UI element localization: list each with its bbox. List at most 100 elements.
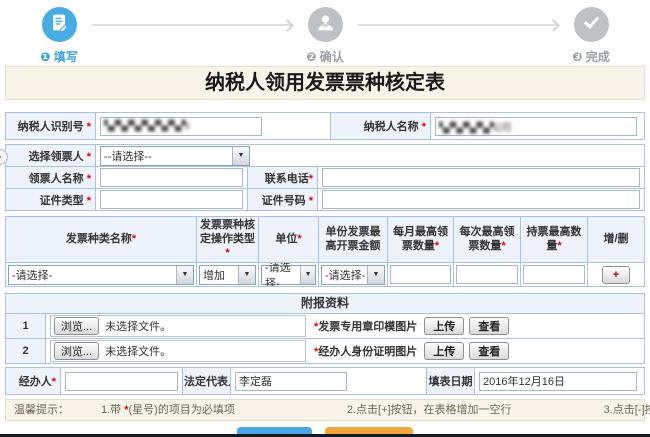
attachment-doc-label: 经办人身份证明图片 bbox=[318, 346, 417, 358]
handler-input[interactable] bbox=[65, 372, 178, 391]
col-max-amount: 单份发票最高开票金额 bbox=[326, 226, 381, 252]
step-fill-label: ❶ 填写 bbox=[40, 48, 78, 65]
required-asterisk: * bbox=[435, 240, 439, 252]
contact-phone-input[interactable] bbox=[322, 168, 640, 187]
step-fill-circle bbox=[42, 7, 77, 42]
legal-rep-input[interactable]: 李定磊 bbox=[235, 372, 347, 391]
legal-rep-value: 李定磊 bbox=[239, 373, 272, 389]
taxpayer-table: 纳税人识别号 * ▚▞▚▞▚▞▚▞▚▞▚▞5 纳税人名称 * ▚▞▚▞▚▞▚▞公… bbox=[5, 112, 645, 140]
stepper-arrow-2 bbox=[358, 24, 558, 26]
attachment-row: 1 浏览... 未选择文件。 *发票专用章印模图片 上传 查看 bbox=[6, 314, 645, 339]
attachment-doc-label: 发票专用章印模图片 bbox=[318, 321, 417, 333]
taxpayer-id-input[interactable]: ▚▞▚▞▚▞▚▞▚▞▚▞5 bbox=[100, 117, 262, 136]
table-row: 纳税人识别号 * ▚▞▚▞▚▞▚▞▚▞▚▞5 纳税人名称 * ▚▞▚▞▚▞▚▞公… bbox=[6, 113, 645, 140]
holding-max-input[interactable] bbox=[523, 265, 585, 284]
cert-no-label: 证件号码 bbox=[262, 195, 306, 207]
fill-date-value: 2016年12月16日 bbox=[483, 373, 565, 389]
table-row: 领票人名称 * 联系电话* bbox=[6, 167, 645, 189]
chevron-down-icon: ▼ bbox=[232, 147, 249, 165]
form-title: 纳税人领用发票票种核定表 bbox=[5, 66, 645, 100]
taxpayer-name-label: 纳税人名称 bbox=[364, 121, 419, 133]
upload-button[interactable]: 上传 bbox=[424, 342, 464, 360]
step-done: ❸ 完成 bbox=[568, 7, 614, 65]
invoice-type-table: 发票种类名称* 发票票种核定操作类型* 单位* 单份发票最高开票金额 每月最高领… bbox=[5, 216, 645, 287]
table-row: 证件类型 * 证件号码 * bbox=[6, 189, 645, 211]
step-done-label: ❸ 完成 bbox=[572, 48, 610, 65]
taxpayer-id-label: 纳税人识别号 bbox=[18, 121, 84, 133]
col-invoice-type: 发票种类名称 bbox=[66, 233, 132, 245]
progress-stepper: ❶ 填写 ❷ 确认 ❸ 完成 bbox=[0, 0, 650, 60]
tip-item-1: 1.带 *(星号)的项目为必填项 bbox=[101, 400, 235, 420]
stepper-arrow-1 bbox=[92, 24, 292, 26]
cert-type-input[interactable] bbox=[100, 190, 243, 209]
add-row-button[interactable]: + bbox=[602, 266, 630, 284]
invoice-type-select-value: -请选择- bbox=[12, 267, 52, 283]
cert-no-input[interactable] bbox=[322, 190, 640, 209]
recipient-name-input[interactable] bbox=[100, 168, 243, 187]
attachments-title: 附报资料 bbox=[6, 294, 645, 314]
required-asterisk: * bbox=[297, 233, 301, 245]
chevron-down-icon: ▼ bbox=[367, 266, 384, 284]
required-asterisk: * bbox=[87, 195, 91, 207]
step-confirm-circle bbox=[308, 7, 343, 42]
view-button[interactable]: 查看 bbox=[469, 317, 509, 335]
table-header-row: 附报资料 bbox=[6, 294, 645, 314]
recipient-select-value: --请选择-- bbox=[104, 148, 152, 164]
max-amount-select-value: -请选择- bbox=[325, 267, 365, 283]
required-asterisk: * bbox=[422, 121, 426, 133]
required-asterisk: * bbox=[132, 233, 136, 245]
view-button[interactable]: 查看 bbox=[469, 342, 509, 360]
legal-rep-label: 法定代表人 bbox=[183, 368, 231, 395]
handler-table: 经办人* 法定代表人 李定磊 填表日期 2016年12月16日 bbox=[5, 367, 645, 395]
person-icon bbox=[315, 12, 336, 38]
required-asterisk: * bbox=[501, 240, 505, 252]
unit-select[interactable]: -请选择- ▼ bbox=[261, 265, 316, 285]
pertime-max-input[interactable] bbox=[456, 265, 518, 284]
handler-label: 经办人 bbox=[19, 376, 52, 388]
op-type-select[interactable]: 增加 ▼ bbox=[199, 265, 256, 285]
file-input[interactable]: 浏览... 未选择文件。 bbox=[50, 340, 306, 362]
fill-date-field: 2016年12月16日 bbox=[479, 372, 637, 391]
check-icon bbox=[581, 12, 602, 38]
upload-button[interactable]: 上传 bbox=[424, 317, 464, 335]
no-file-text: 未选择文件。 bbox=[105, 343, 171, 359]
col-pertime-max: 每次最高领票数量 bbox=[460, 226, 515, 252]
col-unit: 单位 bbox=[275, 233, 297, 245]
tip-item-2: 2.点击[+]按钮，在表格增加一空行 bbox=[347, 400, 512, 420]
chevron-down-icon: ▼ bbox=[300, 266, 315, 284]
chevron-down-icon: ▼ bbox=[238, 266, 255, 284]
tips-bar: 温馨提示： 1.带 *(星号)的项目为必填项 2.点击[+]按钮，在表格增加一空… bbox=[5, 399, 645, 421]
attachments-table: 附报资料 1 浏览... 未选择文件。 *发票专用章印模图片 上传 查看 2 浏… bbox=[5, 293, 645, 364]
col-monthly-max: 每月最高领票数量 bbox=[393, 226, 448, 252]
recipient-select[interactable]: --请选择-- ▼ bbox=[100, 146, 250, 166]
taxpayer-name-value: ▚▞▚▞▚▞▚▞公司 bbox=[439, 119, 511, 134]
required-asterisk: * bbox=[225, 247, 229, 259]
required-asterisk: * bbox=[309, 173, 313, 185]
edit-document-icon bbox=[50, 13, 69, 37]
tips-prefix: 温馨提示： bbox=[14, 400, 69, 420]
recipient-name-label: 领票人名称 bbox=[29, 173, 84, 185]
max-amount-select[interactable]: -请选择- ▼ bbox=[321, 265, 385, 285]
required-asterisk: * bbox=[557, 240, 561, 252]
invoice-type-select[interactable]: -请选择- ▼ bbox=[8, 265, 194, 285]
no-file-text: 未选择文件。 bbox=[105, 318, 171, 334]
required-asterisk: * bbox=[52, 376, 56, 388]
attachment-row-number: 1 bbox=[6, 314, 46, 339]
recipient-table: 选择领票人 * --请选择-- ▼ 领票人名称 * 联系电话* 证件类型 * 证… bbox=[5, 144, 645, 211]
taxpayer-name-input[interactable]: ▚▞▚▞▚▞▚▞公司 bbox=[435, 117, 637, 136]
browse-button[interactable]: 浏览... bbox=[54, 342, 99, 360]
recipient-select-label: 选择领票人 bbox=[29, 151, 84, 163]
col-add-del: 增/删 bbox=[603, 233, 628, 245]
required-asterisk: * bbox=[87, 173, 91, 185]
col-op-type: 发票票种核定操作类型 bbox=[200, 219, 255, 245]
required-asterisk: * bbox=[87, 151, 91, 163]
cert-type-label: 证件类型 bbox=[40, 195, 84, 207]
op-type-select-value: 增加 bbox=[203, 267, 225, 283]
table-row: 选择领票人 * --请选择-- ▼ bbox=[6, 145, 645, 167]
step-confirm-label: ❷ 确认 bbox=[306, 48, 344, 65]
file-input[interactable]: 浏览... 未选择文件。 bbox=[50, 315, 306, 337]
browse-button[interactable]: 浏览... bbox=[54, 317, 99, 335]
step-done-circle bbox=[574, 7, 609, 42]
fill-date-label: 填表日期 bbox=[427, 368, 475, 395]
monthly-max-input[interactable] bbox=[390, 265, 451, 284]
